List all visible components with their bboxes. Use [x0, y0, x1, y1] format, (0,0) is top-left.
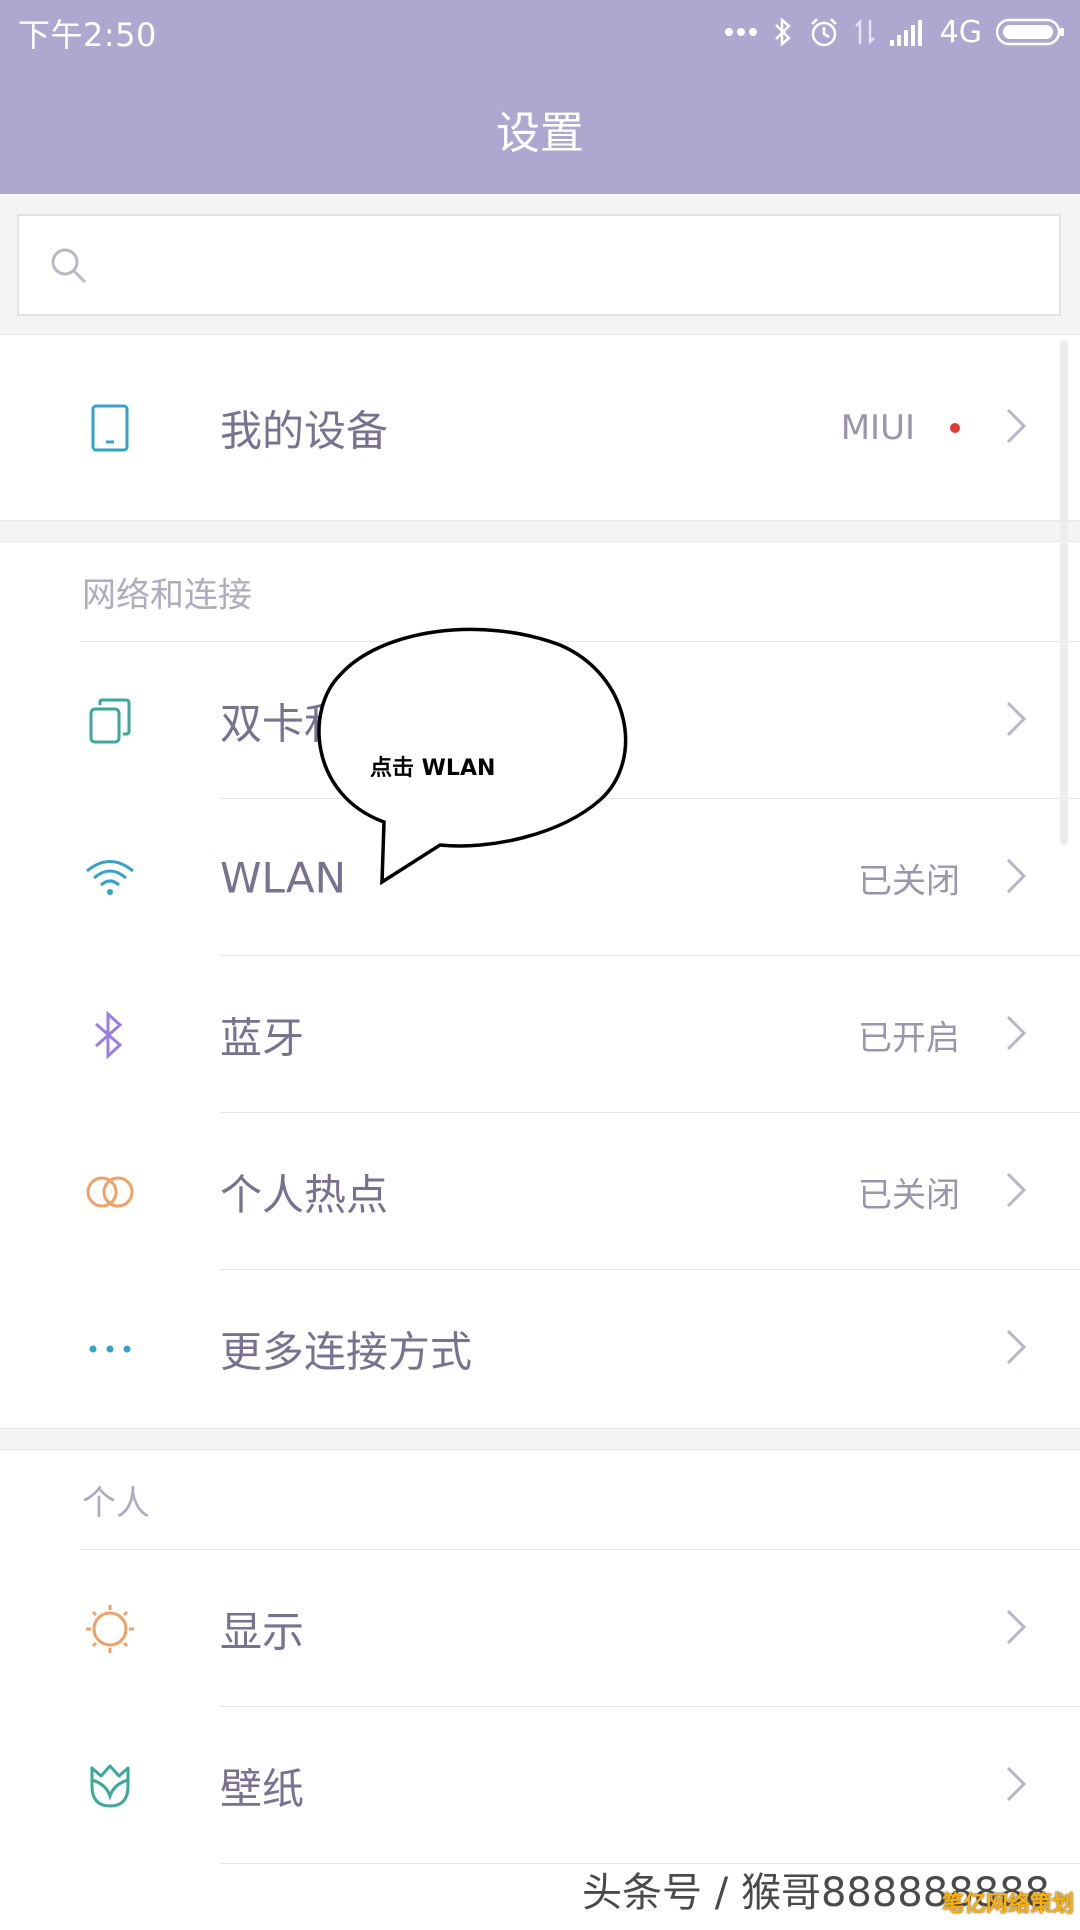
title-bar: 设置: [0, 64, 1080, 194]
bluetooth-icon: [80, 1005, 140, 1065]
data-transfer-icon: [854, 16, 876, 48]
display-sun-icon: [80, 1599, 140, 1659]
hotspot-label: 个人热点: [220, 1170, 389, 1219]
chevron-right-icon: [1004, 1607, 1028, 1651]
status-bar: 下午2:50 4G: [0, 0, 1080, 64]
my-device-row[interactable]: 我的设备 MIUI: [0, 349, 1080, 506]
miui-version-value: MIUI: [840, 407, 915, 448]
display-label: 显示: [220, 1607, 305, 1656]
wifi-icon: [80, 848, 140, 908]
status-icons: 4G: [724, 10, 1066, 54]
hotspot-icon: [80, 1162, 140, 1222]
personal-section-header: 个人: [0, 1450, 1080, 1550]
search-area: [0, 194, 1080, 334]
search-icon: [49, 246, 89, 290]
personal-section: 个人 显示 壁纸: [0, 1449, 1080, 1930]
alarm-icon: [808, 16, 840, 48]
page-title: 设置: [496, 108, 584, 159]
chevron-right-icon: [1004, 1013, 1028, 1057]
update-badge-dot: [950, 422, 960, 433]
network-section-title: 网络和连接: [82, 575, 252, 616]
wallpaper-row[interactable]: 壁纸: [0, 1707, 1080, 1864]
network-type: 4G: [939, 14, 982, 50]
display-row[interactable]: 显示: [0, 1550, 1080, 1707]
personal-section-title: 个人: [82, 1483, 150, 1524]
sim-cards-icon: [80, 691, 140, 751]
bluetooth-status-icon: [772, 16, 794, 48]
chevron-right-icon: [1004, 699, 1028, 743]
phone-device-icon: [80, 398, 140, 458]
more-dots-icon: [80, 1319, 140, 1379]
signal-strength-icon: [889, 18, 926, 46]
more-notifications-icon: [724, 27, 758, 37]
bluetooth-label: 蓝牙: [220, 1013, 305, 1062]
bluetooth-status-value: 已开启: [858, 1018, 960, 1058]
chevron-right-icon: [1004, 1170, 1028, 1214]
search-input[interactable]: [119, 234, 1023, 300]
wallpaper-label: 壁纸: [220, 1764, 305, 1813]
chevron-right-icon: [1004, 1327, 1028, 1371]
callout-text: 点击 WLAN: [370, 756, 496, 781]
chevron-right-icon: [1004, 406, 1028, 450]
hotspot-status-value: 已关闭: [858, 1175, 960, 1215]
more-connections-row[interactable]: 更多连接方式: [0, 1270, 1080, 1427]
wlan-status-value: 已关闭: [858, 861, 960, 901]
search-box[interactable]: [17, 214, 1061, 316]
bluetooth-row[interactable]: 蓝牙 已开启: [0, 956, 1080, 1113]
callout-annotation: 点击 WLAN: [300, 620, 650, 900]
my-device-section: 我的设备 MIUI: [0, 334, 1080, 521]
status-time: 下午2:50: [18, 16, 157, 54]
my-device-label: 我的设备: [220, 406, 389, 455]
chevron-right-icon: [1004, 1764, 1028, 1808]
wallpaper-tulip-icon: [80, 1756, 140, 1816]
hotspot-row[interactable]: 个人热点 已关闭: [0, 1113, 1080, 1270]
chevron-right-icon: [1004, 856, 1028, 900]
watermark-badge: 笔亿网络策划: [941, 1892, 1074, 1917]
battery-icon: [996, 18, 1066, 46]
scrollbar[interactable]: [1060, 340, 1068, 845]
more-connections-label: 更多连接方式: [220, 1327, 473, 1376]
